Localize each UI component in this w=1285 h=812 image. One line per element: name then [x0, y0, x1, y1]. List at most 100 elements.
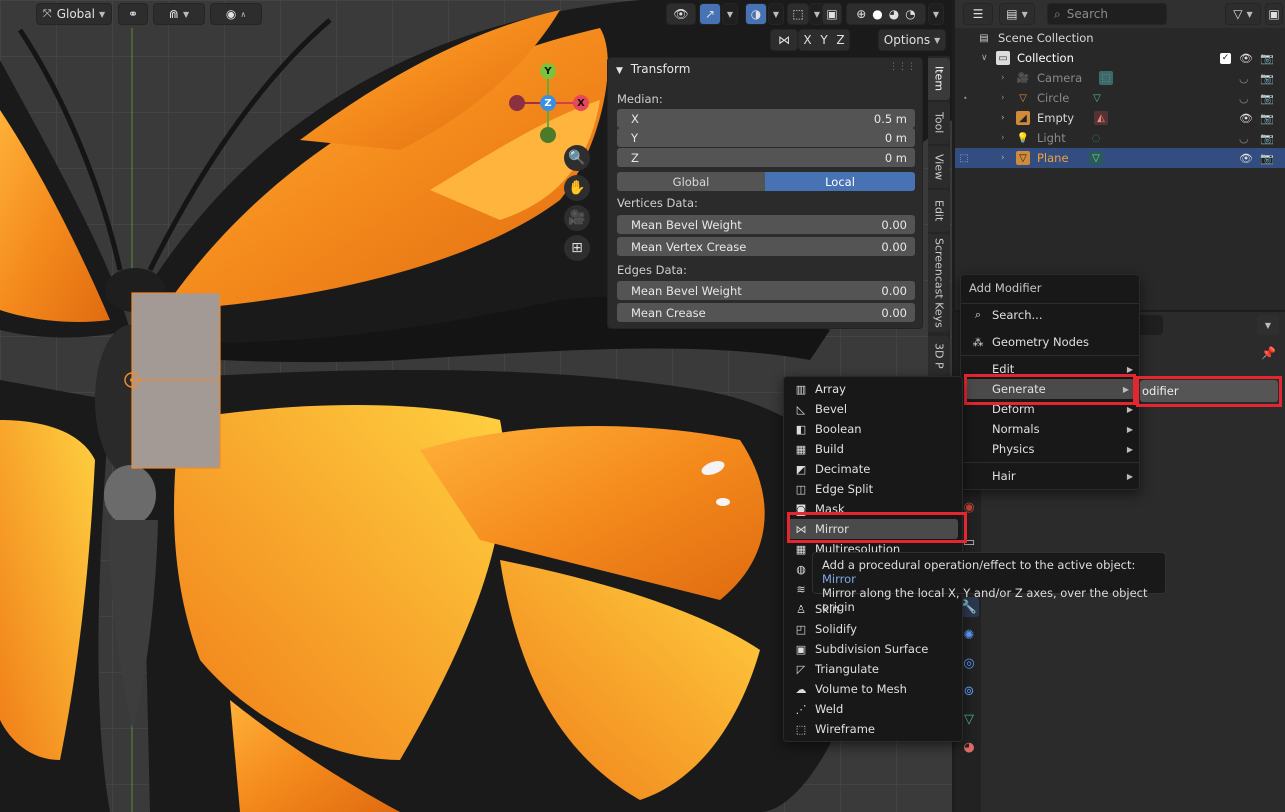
pan-hand-icon[interactable]: ✋: [564, 175, 590, 201]
eye-icon[interactable]: 👁: [1239, 152, 1253, 165]
eye-closed-icon[interactable]: ◡: [1239, 132, 1249, 145]
median-z-field[interactable]: Z 0 m: [617, 148, 915, 167]
modifier-weld[interactable]: ⋰ Weld: [784, 699, 962, 719]
modifier-volume-to-mesh[interactable]: ☁ Volume to Mesh: [784, 679, 962, 699]
space-global-toggle[interactable]: Global: [617, 172, 765, 191]
vertex-mean-bevel-weight-field[interactable]: Mean Bevel Weight 0.00: [617, 215, 915, 234]
outliner-item-light[interactable]: › 💡 Light ◌ ◡ 📷: [955, 128, 1285, 148]
overlays-dropdown[interactable]: ▼: [768, 3, 784, 25]
axis-lock-buttons[interactable]: X Y Z: [798, 29, 850, 51]
chevron-right-icon[interactable]: ›: [1001, 133, 1005, 143]
chevron-down-icon[interactable]: ▼: [1257, 315, 1279, 335]
wireframe-shading-icon[interactable]: ⊕: [856, 7, 866, 21]
outliner-item-plane[interactable]: ⬚ › ▽ Plane ▽ 👁 📷: [955, 148, 1285, 168]
modifier-edge-split[interactable]: ◫ Edge Split: [784, 479, 962, 499]
modifier-decimate[interactable]: ◩ Decimate: [784, 459, 962, 479]
edit-mode-icon[interactable]: ⬚: [957, 151, 971, 165]
shading-mode-buttons[interactable]: ⊕ ● ◕ ◔: [846, 3, 926, 25]
median-x-field[interactable]: X 0.5 m: [617, 109, 915, 128]
tab-item[interactable]: Item: [928, 58, 950, 100]
gizmo-z-axis[interactable]: Z: [540, 95, 556, 111]
camera-render-icon[interactable]: 📷: [1260, 92, 1274, 105]
shading-dropdown[interactable]: ▼: [928, 3, 944, 25]
new-collection-button[interactable]: ▣: [1265, 3, 1283, 25]
axis-y-toggle[interactable]: Y: [820, 33, 827, 47]
snap-toggle[interactable]: ⋒ ▼: [153, 3, 205, 25]
gizmo-y-axis[interactable]: Y: [540, 63, 556, 79]
overlays-toggle[interactable]: ◑: [745, 3, 767, 25]
tab-3d-print[interactable]: 3D P: [928, 336, 950, 376]
scene-collection-row[interactable]: ▤ Scene Collection: [955, 28, 1285, 48]
camera-render-icon[interactable]: 📷: [1260, 132, 1274, 145]
camera-render-icon[interactable]: 📷: [1260, 152, 1274, 165]
edge-mean-bevel-weight-field[interactable]: Mean Bevel Weight 0.00: [617, 281, 915, 300]
eye-icon[interactable]: 👁: [1239, 112, 1253, 125]
display-mode-dropdown[interactable]: ▤ ▼: [999, 3, 1035, 25]
modifier-wireframe[interactable]: ⬚ Wireframe: [784, 719, 962, 739]
axis-z-toggle[interactable]: Z: [836, 33, 844, 47]
pin-icon[interactable]: 📌: [1261, 346, 1276, 360]
zoom-icon[interactable]: 🔍: [564, 145, 590, 171]
outliner-item-empty[interactable]: › ◢ Empty ◭ 👁 📷: [955, 108, 1285, 128]
toggle-xray-button[interactable]: ▣: [822, 3, 842, 25]
xray-toggle[interactable]: ⬚: [787, 3, 809, 25]
tab-view[interactable]: View: [928, 146, 950, 188]
geometry-nodes-item[interactable]: ⁂ Geometry Nodes: [961, 332, 1139, 352]
collection-checkbox[interactable]: ✓: [1220, 52, 1231, 64]
chevron-right-icon[interactable]: ›: [1001, 153, 1005, 163]
solid-shading-icon[interactable]: ●: [872, 7, 882, 21]
camera-view-icon[interactable]: 🎥: [564, 205, 590, 231]
modifier-search-item[interactable]: ⌕ Search...: [961, 305, 1139, 325]
ortho-grid-icon[interactable]: ⊞: [564, 235, 590, 261]
mean-crease-field[interactable]: Mean Crease 0.00: [617, 303, 915, 322]
rendered-shading-icon[interactable]: ◔: [905, 7, 915, 21]
gizmo-neg-y-axis[interactable]: [540, 127, 556, 143]
category-normals[interactable]: Normals ▶: [961, 419, 1139, 439]
category-physics[interactable]: Physics ▶: [961, 439, 1139, 459]
eye-icon[interactable]: 👁: [1239, 52, 1253, 65]
gizmo-toggle[interactable]: ↗: [699, 3, 721, 25]
tab-screencast-keys[interactable]: Screencast Keys: [928, 234, 950, 332]
modifier-bevel[interactable]: ◺ Bevel: [784, 399, 962, 419]
filter-dropdown[interactable]: ▽ ▼: [1225, 3, 1261, 25]
proportional-edit-toggle[interactable]: ◉ ∧: [210, 3, 262, 25]
gizmo-neg-x-axis[interactable]: [509, 95, 525, 111]
eye-closed-icon[interactable]: ◡: [1239, 72, 1249, 85]
modifier-build[interactable]: ▦ Build: [784, 439, 962, 459]
category-hair[interactable]: Hair ▶: [961, 466, 1139, 486]
collection-row[interactable]: ∨ ▭ Collection ✓ 👁 📷: [955, 48, 1285, 68]
eye-closed-icon[interactable]: ◡: [1239, 92, 1249, 105]
modifier-solidify[interactable]: ◰ Solidify: [784, 619, 962, 639]
modifier-subdivision-surface[interactable]: ▣ Subdivision Surface: [784, 639, 962, 659]
mean-vertex-crease-field[interactable]: Mean Vertex Crease 0.00: [617, 237, 915, 256]
tab-edit[interactable]: Edit: [928, 190, 950, 232]
tab-tool[interactable]: Tool: [928, 102, 950, 144]
camera-render-icon[interactable]: 📷: [1260, 52, 1274, 65]
mirror-axis-icon-button[interactable]: ⋈: [770, 29, 798, 51]
chevron-right-icon[interactable]: ›: [1001, 93, 1005, 103]
drag-handle-icon[interactable]: ⋮⋮⋮: [889, 62, 916, 72]
modifier-triangulate[interactable]: ◸ Triangulate: [784, 659, 962, 679]
transform-panel-header[interactable]: ▼ Transform: [616, 62, 690, 76]
modifier-array[interactable]: ▥ Array: [784, 379, 962, 399]
gizmo-dropdown[interactable]: ▼: [722, 3, 738, 25]
transform-orientation-dropdown[interactable]: ⤧ Global ▼: [36, 3, 112, 25]
median-y-field[interactable]: Y 0 m: [617, 128, 915, 147]
visibility-dropdown[interactable]: 👁: [666, 3, 696, 25]
modifier-boolean[interactable]: ◧ Boolean: [784, 419, 962, 439]
outliner-item-camera[interactable]: › 🎥 Camera ⬚ ◡ 📷: [955, 68, 1285, 88]
pivot-point-dropdown[interactable]: ⚭: [118, 3, 148, 25]
material-shading-icon[interactable]: ◕: [889, 7, 899, 21]
space-local-toggle[interactable]: Local: [765, 172, 915, 191]
options-dropdown[interactable]: Options ▼: [878, 29, 946, 51]
gizmo-x-axis[interactable]: X: [573, 95, 589, 111]
camera-render-icon[interactable]: 📷: [1260, 72, 1274, 85]
chevron-down-icon[interactable]: ∨: [981, 53, 988, 63]
chevron-right-icon[interactable]: ›: [1001, 73, 1005, 83]
outliner-search-input[interactable]: ⌕ Search: [1047, 3, 1167, 25]
chevron-right-icon[interactable]: ›: [1001, 113, 1005, 123]
outliner-item-circle[interactable]: • › ▽ Circle ▽ ◡ 📷: [955, 88, 1285, 108]
editor-type-dropdown[interactable]: ☰: [963, 3, 993, 25]
camera-render-icon[interactable]: 📷: [1260, 112, 1274, 125]
axis-x-toggle[interactable]: X: [803, 33, 811, 47]
